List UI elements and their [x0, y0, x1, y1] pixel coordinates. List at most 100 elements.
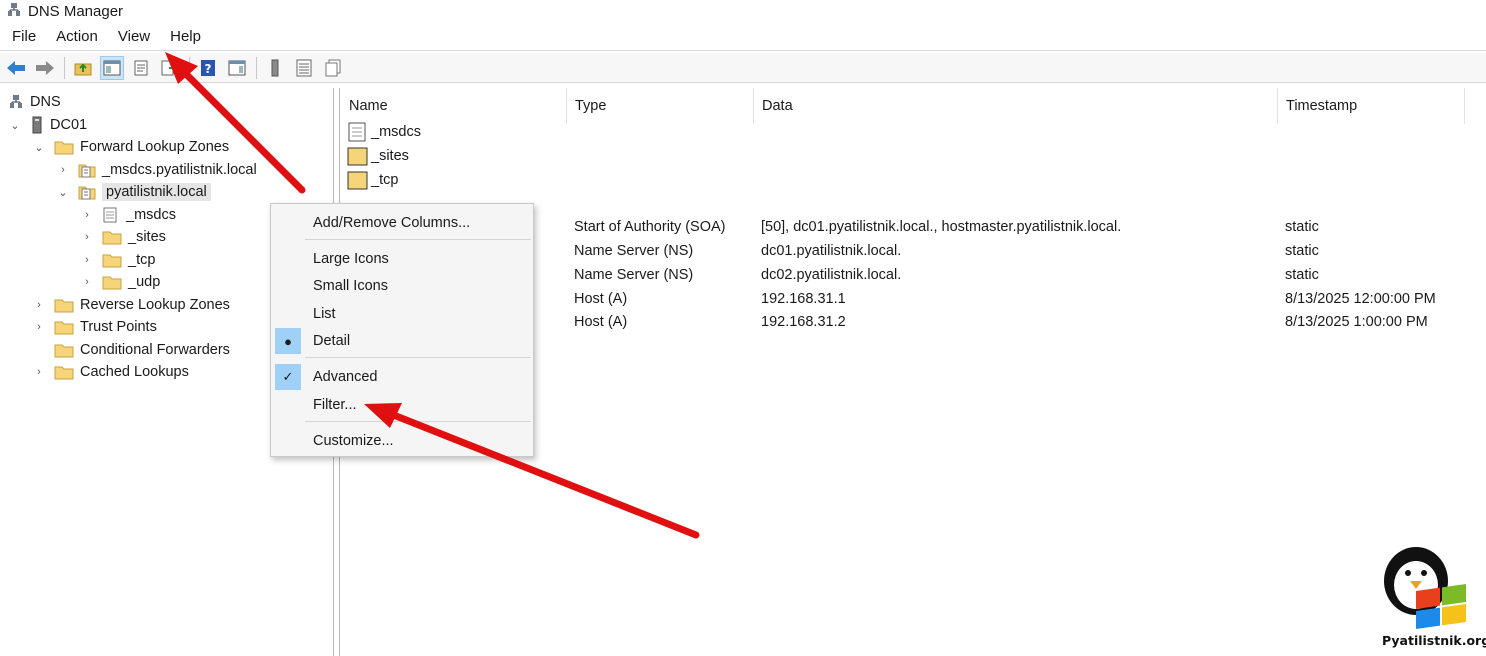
chevron-down-icon[interactable]: ⌄: [56, 186, 70, 199]
dns-manager-window: DNS Manager File Action View Help ? DNS …: [0, 0, 1486, 656]
console-tree-icon: [103, 60, 121, 75]
menu-item-add-remove-columns[interactable]: Add/Remove Columns...: [271, 210, 533, 236]
menu-item-label: Detail: [313, 333, 351, 349]
view-context-menu: Add/Remove Columns... Large Icons Small …: [270, 203, 534, 457]
record-type: Name Server (NS): [574, 243, 694, 259]
folder-icon: [347, 171, 368, 190]
folder-icon: [54, 364, 74, 380]
folder-icon: [347, 147, 368, 166]
tree-item-reverse-lookup-zones[interactable]: › Reverse Lookup Zones: [32, 294, 230, 316]
folder-icon: [102, 274, 122, 290]
menu-item-label: Small Icons: [313, 278, 388, 294]
documents-icon: [325, 59, 341, 76]
menu-item-label: Advanced: [313, 369, 378, 385]
help-icon: ?: [201, 59, 215, 76]
menu-item-label: Filter...: [313, 397, 357, 413]
tree-item-msdcs-zone[interactable]: › _msdcs.pyatilistnik.local: [56, 159, 257, 181]
tree-label: DC01: [50, 117, 88, 133]
menu-item-label: Large Icons: [313, 251, 389, 267]
menu-action[interactable]: Action: [46, 23, 108, 51]
record-timestamp: 8/13/2025 1:00:00 PM: [1285, 314, 1428, 330]
tree-label: Conditional Forwarders: [80, 342, 230, 358]
toolbar-separator: [189, 56, 190, 79]
menu-help[interactable]: Help: [160, 23, 211, 51]
menu-item-small-icons[interactable]: Small Icons: [271, 273, 533, 299]
menu-item-label: Add/Remove Columns...: [313, 215, 471, 231]
tree-label: _tcp: [128, 252, 156, 268]
list-item-tcp[interactable]: _tcp: [347, 169, 398, 191]
chevron-right-icon[interactable]: ›: [32, 299, 46, 311]
pyatilistnik-logo: Pyatilistnik.org: [1374, 545, 1486, 653]
tree-item-cached-lookups[interactable]: › Cached Lookups: [32, 361, 189, 383]
list-item-msdcs[interactable]: _msdcs: [347, 121, 421, 143]
chevron-down-icon[interactable]: ⌄: [8, 119, 22, 132]
show-action-pane-button[interactable]: [225, 56, 249, 80]
chevron-right-icon[interactable]: ›: [32, 366, 46, 378]
column-header-data[interactable]: Data: [754, 88, 1278, 124]
show-hide-console-tree-button[interactable]: [100, 55, 124, 80]
tree-item-udp[interactable]: › _udp: [80, 271, 160, 293]
menu-item-large-icons[interactable]: Large Icons: [271, 246, 533, 272]
menu-separator: [305, 421, 531, 422]
tree-label-selected: pyatilistnik.local: [102, 183, 211, 201]
menu-item-customize[interactable]: Customize...: [271, 428, 533, 454]
tree-item-forward-lookup-zones[interactable]: ⌄ Forward Lookup Zones: [32, 136, 229, 158]
tree-label: _udp: [128, 274, 161, 290]
checkmark-icon: ✓: [275, 364, 301, 390]
toolbar-separator: [256, 56, 257, 79]
penguin-logo-icon: [1384, 547, 1466, 629]
record-data: dc02.pyatilistnik.local.: [761, 267, 902, 283]
menu-item-advanced[interactable]: ✓ Advanced: [271, 364, 533, 390]
tree-label: Trust Points: [80, 319, 157, 335]
folder-icon: [54, 342, 74, 358]
list-item-sites[interactable]: _sites: [347, 145, 409, 167]
copy-button[interactable]: [321, 56, 345, 80]
record-type: Host (A): [574, 291, 628, 307]
up-one-level-button[interactable]: [71, 56, 95, 80]
list-button[interactable]: [292, 56, 316, 80]
column-header-type[interactable]: Type: [567, 88, 754, 124]
menu-file[interactable]: File: [0, 23, 46, 51]
chevron-right-icon[interactable]: ›: [80, 254, 94, 266]
menu-item-list[interactable]: List: [271, 301, 533, 327]
tree-item-sites[interactable]: › _sites: [80, 226, 166, 248]
list-item-label: _tcp: [371, 172, 399, 188]
chevron-right-icon[interactable]: ›: [80, 276, 94, 288]
chevron-right-icon[interactable]: ›: [80, 231, 94, 243]
menu-item-filter[interactable]: Filter...: [271, 392, 533, 418]
column-header-timestamp[interactable]: Timestamp: [1278, 88, 1465, 124]
menu-view[interactable]: View: [108, 23, 160, 51]
chevron-down-icon[interactable]: ⌄: [32, 141, 46, 154]
properties-button[interactable]: [129, 56, 153, 80]
record-data: dc01.pyatilistnik.local.: [761, 243, 902, 259]
server-button[interactable]: [263, 56, 287, 80]
tree-item-dns[interactable]: DNS: [8, 91, 61, 113]
back-button[interactable]: [4, 56, 28, 80]
forward-button[interactable]: [33, 56, 57, 80]
tree-item-dc01[interactable]: ⌄ DC01: [8, 114, 87, 136]
action-pane-icon: [228, 60, 246, 75]
column-header-name[interactable]: Name: [341, 88, 567, 124]
chevron-right-icon[interactable]: ›: [56, 164, 70, 176]
tree-item-conditional-forwarders[interactable]: Conditional Forwarders: [32, 339, 230, 361]
menu-item-label: List: [313, 306, 336, 322]
chevron-right-icon[interactable]: ›: [80, 209, 94, 221]
export-list-button[interactable]: [158, 56, 182, 80]
zone-icon: [78, 161, 96, 179]
tree-item-pyatilistnik-zone[interactable]: ⌄ pyatilistnik.local: [56, 181, 211, 203]
tree-label: Reverse Lookup Zones: [80, 297, 230, 313]
tree-item-tcp[interactable]: › _tcp: [80, 249, 155, 271]
chevron-right-icon[interactable]: ›: [32, 321, 46, 333]
menu-item-label: Customize...: [313, 433, 394, 449]
list-item-label: _msdcs: [371, 124, 421, 140]
tree-item-msdcs[interactable]: › _msdcs: [80, 204, 176, 226]
help-button[interactable]: ?: [196, 56, 220, 80]
menu-item-detail[interactable]: ● Detail: [271, 328, 533, 354]
back-arrow-icon: [7, 60, 25, 75]
tree-item-trust-points[interactable]: › Trust Points: [32, 316, 157, 338]
record-timestamp: static: [1285, 219, 1319, 235]
server-icon: [271, 59, 279, 76]
folder-icon: [54, 319, 74, 335]
list-icon: [296, 59, 312, 76]
zone-folder-icon: [348, 122, 366, 142]
